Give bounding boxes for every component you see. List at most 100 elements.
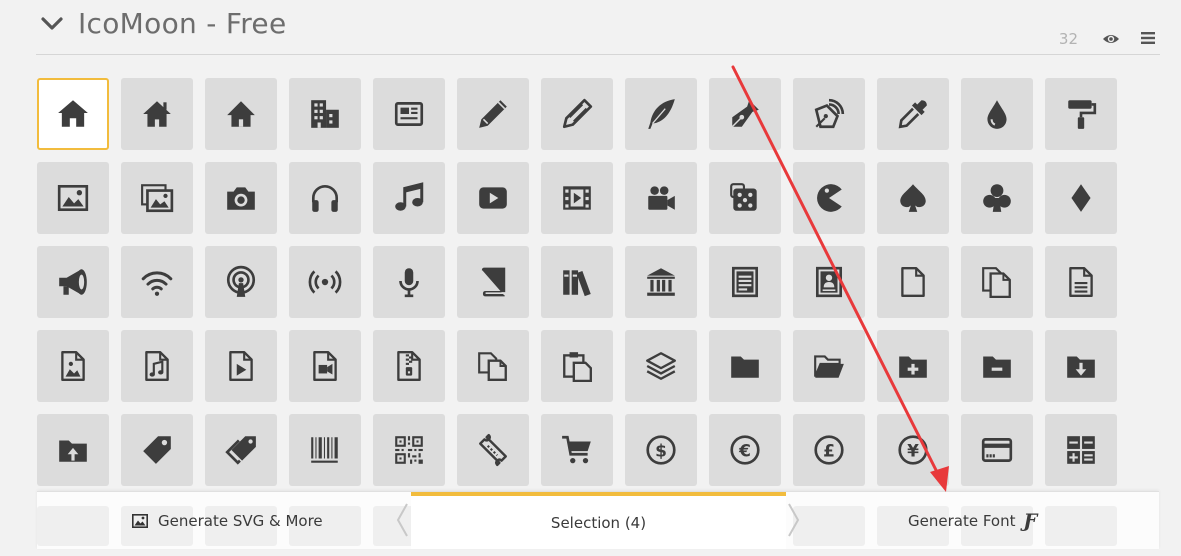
icon-tile-music[interactable] (373, 162, 445, 234)
icon-tile-file-play[interactable] (205, 330, 277, 402)
folder-open-icon (814, 355, 844, 378)
icon-tile-feed[interactable] (289, 246, 361, 318)
play-icon (479, 187, 507, 209)
icon-tile-file-music[interactable] (121, 330, 193, 402)
home-icon (58, 100, 88, 127)
selection-tab[interactable]: Selection (4) (411, 492, 786, 549)
icon-tile-folder-plus[interactable] (877, 330, 949, 402)
icon-tile-qrcode[interactable] (373, 414, 445, 486)
icon-tile-file-picture[interactable] (37, 330, 109, 402)
icon-tile-spades[interactable] (877, 162, 949, 234)
icon-tile-calculator[interactable] (1045, 414, 1117, 486)
icon-tile-book[interactable] (457, 246, 529, 318)
icon-tile-newspaper[interactable] (373, 78, 445, 150)
icon-tile-pencil[interactable] (457, 78, 529, 150)
chevron-right-icon (788, 503, 800, 537)
icon-tile-file-text[interactable] (709, 246, 781, 318)
icon-tile-barcode[interactable] (289, 414, 361, 486)
icon-tile-file-text2[interactable] (1045, 246, 1117, 318)
icon-tile-image[interactable] (37, 162, 109, 234)
podcast-icon (226, 265, 256, 297)
menu-icon[interactable] (1140, 31, 1156, 45)
icon-tile-quill[interactable] (625, 78, 697, 150)
blog-icon (814, 98, 845, 129)
coin-dollar-icon: $ (646, 435, 676, 465)
calculator-icon (1067, 436, 1095, 464)
icon-tile-bullhorn[interactable] (37, 246, 109, 318)
image-icon (57, 184, 89, 212)
icon-tile-dice[interactable] (709, 162, 781, 234)
profile-icon (815, 266, 843, 298)
icon-tile-droplet[interactable] (961, 78, 1033, 150)
icon-tile-file-empty[interactable] (877, 246, 949, 318)
icon-tile-pencil2[interactable] (541, 78, 613, 150)
generate-svg-button[interactable]: Generate SVG & More (132, 492, 323, 549)
eyedropper-icon (898, 100, 927, 129)
pacman-icon (817, 184, 842, 212)
price-tags-icon (225, 436, 256, 465)
icon-tile-folder-upload[interactable] (37, 414, 109, 486)
barcode-icon (311, 437, 338, 463)
icon-tile-stack[interactable] (625, 330, 697, 402)
icon-tile-headphones[interactable] (289, 162, 361, 234)
icon-tile-camera[interactable] (205, 162, 277, 234)
icon-tile-images[interactable] (121, 162, 193, 234)
icon-tile-folder-download[interactable] (1045, 330, 1117, 402)
home2-icon (143, 101, 171, 127)
icon-tile-pen[interactable] (709, 78, 781, 150)
icon-tile-copy[interactable] (457, 330, 529, 402)
icon-tile-library[interactable] (625, 246, 697, 318)
cart-icon (562, 435, 591, 464)
music-icon (395, 182, 424, 211)
icon-tile-home2[interactable] (121, 78, 193, 150)
spades-icon (900, 184, 926, 212)
icon-tile-folder-open[interactable] (793, 330, 865, 402)
price-tag-icon (143, 436, 171, 464)
ghost-tile (37, 506, 109, 546)
icon-tile-folder-minus[interactable] (961, 330, 1033, 402)
icon-tile-diamonds[interactable] (1045, 162, 1117, 234)
icon-tile-play[interactable] (457, 162, 529, 234)
icon-tile-pacman[interactable] (793, 162, 865, 234)
icon-tile-profile[interactable] (793, 246, 865, 318)
image-icon (132, 513, 148, 528)
headphones-icon (311, 185, 339, 212)
icon-tile-books[interactable] (541, 246, 613, 318)
icon-tile-folder[interactable] (709, 330, 781, 402)
pencil2-icon (562, 98, 593, 129)
icon-tile-mic[interactable] (373, 246, 445, 318)
stack-icon (646, 352, 676, 380)
icon-tile-file-zip[interactable] (373, 330, 445, 402)
icon-tile-office[interactable] (289, 78, 361, 150)
icon-tile-blog[interactable] (793, 78, 865, 150)
icon-tile-coin-yen[interactable]: ¥ (877, 414, 949, 486)
icon-tile-paint-format[interactable] (1045, 78, 1117, 150)
icon-tile-clubs[interactable] (961, 162, 1033, 234)
icon-tile-price-tags[interactable] (205, 414, 277, 486)
clubs-icon (983, 184, 1011, 212)
icon-tile-home3[interactable] (205, 78, 277, 150)
icon-tile-film[interactable] (541, 162, 613, 234)
chevron-down-icon[interactable] (38, 10, 66, 38)
file-text2-icon (1069, 267, 1093, 297)
icon-tile-video-camera[interactable] (625, 162, 697, 234)
icon-tile-file-video[interactable] (289, 330, 361, 402)
eye-icon[interactable] (1102, 32, 1120, 46)
paste-icon (563, 352, 592, 383)
icon-tile-home[interactable] (37, 78, 109, 150)
icon-tile-podcast[interactable] (205, 246, 277, 318)
icon-tile-eyedropper[interactable] (877, 78, 949, 150)
icon-tile-cart[interactable] (541, 414, 613, 486)
icon-tile-connection[interactable] (121, 246, 193, 318)
icon-tile-coin-euro[interactable]: € (709, 414, 781, 486)
icon-tile-credit-card[interactable] (961, 414, 1033, 486)
icon-tile-files-empty[interactable] (961, 246, 1033, 318)
icon-tile-coin-pound[interactable]: £ (793, 414, 865, 486)
coin-yen-icon: ¥ (898, 435, 928, 465)
icon-tile-ticket[interactable] (457, 414, 529, 486)
generate-font-button[interactable]: Generate Font Ƒ (908, 492, 1037, 549)
icon-tile-paste[interactable] (541, 330, 613, 402)
icon-tile-coin-dollar[interactable]: $ (625, 414, 697, 486)
file-text-icon (731, 266, 759, 298)
icon-tile-price-tag[interactable] (121, 414, 193, 486)
